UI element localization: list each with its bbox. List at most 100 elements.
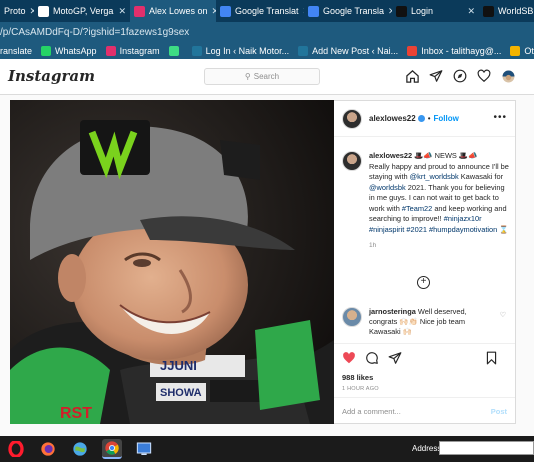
- comment-icon[interactable]: [365, 351, 379, 365]
- comment-like-icon[interactable]: ♡: [500, 311, 506, 321]
- browser-tab[interactable]: Proto ✕: [0, 0, 34, 22]
- search-icon: ⚲: [244, 72, 251, 81]
- caption-text: ⌛: [497, 224, 509, 234]
- image-sponsor-text: JJUNI: [160, 358, 197, 373]
- post-photo[interactable]: RST JJUNI SHOWA: [10, 100, 334, 424]
- commenter-avatar[interactable]: [342, 307, 362, 327]
- tab-close-icon[interactable]: ✕: [208, 6, 216, 17]
- hashtag-link[interactable]: #ninjaspirit: [369, 225, 404, 234]
- bookmark-item[interactable]: Add New Post ‹ Nai...: [298, 45, 399, 56]
- tab-favicon-icon: [220, 5, 231, 17]
- post-side-panel: alexlowes22 • Follow ••• alexlowes22 🎩📣 …: [334, 100, 516, 424]
- bookmark-item[interactable]: Inbox - talithayg@...: [407, 45, 502, 56]
- rider-portrait-image: RST JJUNI SHOWA: [10, 100, 334, 424]
- bookmark-label: Inbox - talithayg@...: [421, 45, 502, 56]
- bookmark-label: Otomotif: [524, 45, 534, 56]
- bookmark-favicon-icon: [168, 45, 179, 56]
- browser-globe-icon[interactable]: [70, 439, 90, 459]
- search-input[interactable]: ⚲ Search: [204, 68, 320, 85]
- post-comment-button[interactable]: Post: [491, 407, 507, 416]
- verified-badge-icon: [417, 115, 425, 122]
- author-avatar[interactable]: [342, 108, 362, 129]
- browser-tab[interactable]: Login ✕: [392, 0, 479, 22]
- tab-close-icon[interactable]: ✕: [114, 6, 126, 17]
- bookmark-icon[interactable]: [484, 351, 498, 365]
- tab-close-icon[interactable]: ✕: [26, 6, 34, 17]
- taskbar-address-label: Address: [412, 444, 442, 453]
- firefox-icon[interactable]: [38, 439, 58, 459]
- instagram-logo[interactable]: Instagram: [8, 67, 95, 85]
- tab-label: Proto: [4, 6, 26, 16]
- likes-count[interactable]: 988 likes: [342, 373, 507, 382]
- browser-tab[interactable]: Alex Lowes on ✕: [130, 0, 216, 22]
- caption-line1: 🎩📣 NEWS 🎩📣: [414, 151, 478, 160]
- tab-favicon-icon: [308, 5, 319, 17]
- browser-tab[interactable]: MotoGP, Verga ✕: [34, 0, 130, 22]
- tab-close-icon[interactable]: ✕: [463, 6, 475, 17]
- home-icon[interactable]: [404, 68, 420, 84]
- browser-tab[interactable]: Google Translat✕: [216, 0, 304, 22]
- browser-tab[interactable]: Google Transla ✕: [304, 0, 392, 22]
- follow-button[interactable]: Follow: [434, 114, 459, 123]
- share-icon[interactable]: [388, 351, 402, 365]
- bookmark-item[interactable]: WhatsApp: [41, 45, 97, 56]
- bookmark-favicon-icon: [105, 45, 116, 56]
- caption-username[interactable]: alexlowes22: [369, 151, 412, 160]
- bookmark-item[interactable]: Otomotif: [510, 45, 534, 56]
- bookmark-item[interactable]: Log In ‹ Naik Motor...: [191, 45, 289, 56]
- hashtag-link[interactable]: #humpdaymotivation: [429, 225, 497, 234]
- hashtag-link[interactable]: #ninjazx10r: [444, 214, 482, 223]
- tab-favicon-icon: [483, 5, 494, 17]
- instagram-header: Instagram ⚲ Search: [0, 59, 534, 95]
- bookmark-item[interactable]: ranslate: [0, 46, 32, 56]
- caption-timestamp: 1h: [369, 242, 377, 249]
- profile-avatar[interactable]: [500, 68, 516, 84]
- hashtag-link[interactable]: #Team22: [402, 204, 432, 213]
- bookmark-label: Instagram: [119, 45, 160, 56]
- tab-label: WorldSBK: [498, 6, 534, 16]
- taskbar-address-field[interactable]: [439, 441, 534, 455]
- follow-separator: •: [427, 114, 431, 123]
- browser-tab-bar: Proto ✕ MotoGP, Verga ✕ Alex Lowes on ✕ Google…: [0, 0, 534, 22]
- more-options-icon[interactable]: •••: [493, 112, 507, 123]
- author-username[interactable]: alexlowes22: [369, 114, 416, 123]
- post-time-ago: 1 HOUR AGO: [342, 386, 379, 392]
- hashtag-link[interactable]: #2021: [406, 225, 427, 234]
- opera-icon[interactable]: [6, 439, 26, 459]
- like-heart-icon[interactable]: [342, 351, 356, 365]
- post-header: alexlowes22 • Follow •••: [334, 101, 515, 137]
- bookmark-label: WhatsApp: [55, 45, 97, 56]
- caption-avatar[interactable]: [342, 151, 362, 171]
- post-actions: 988 likes 1 HOUR AGO: [334, 343, 515, 392]
- bookmark-item[interactable]: Instagram: [105, 45, 160, 56]
- mention-link[interactable]: @worldsbk: [369, 183, 406, 192]
- windows-taskbar: Address: [0, 436, 534, 462]
- comment-item: jarnosteringa Well deserved, congrats 🙌🏻…: [342, 307, 510, 337]
- tab-favicon-icon: [134, 5, 145, 17]
- bookmarks-bar: ranslate WhatsApp Instagram Log In ‹ Naik M…: [0, 42, 534, 59]
- search-placeholder: Search: [253, 72, 280, 81]
- tab-label: Google Transla: [323, 6, 385, 16]
- bookmark-label: Add New Post ‹ Nai...: [312, 45, 399, 56]
- commenter-username[interactable]: jarnosteringa: [369, 307, 416, 316]
- tab-close-icon[interactable]: ✕: [384, 6, 392, 17]
- add-comment-placeholder: Add a comment...: [342, 406, 401, 416]
- tab-favicon-icon: [38, 5, 49, 17]
- add-comment-field[interactable]: Add a comment... Post: [334, 397, 515, 424]
- explore-icon[interactable]: [452, 68, 468, 84]
- load-more-comments-button[interactable]: +: [417, 276, 430, 289]
- direct-message-icon[interactable]: [428, 68, 444, 84]
- address-bar[interactable]: /p/CAsAMDdFq-D/?igshid=1fazews1g9sex: [0, 22, 534, 42]
- mention-link[interactable]: @krt_worldsbk: [410, 172, 459, 181]
- tab-label: Google Translat: [235, 6, 299, 16]
- browser-tab[interactable]: WorldSBK: [479, 0, 534, 22]
- bookmark-favicon-icon: [407, 45, 418, 56]
- tab-label: Alex Lowes on: [149, 6, 208, 16]
- address-url[interactable]: /p/CAsAMDdFq-D/?igshid=1fazews1g9sex: [0, 27, 189, 38]
- activity-heart-icon[interactable]: [476, 68, 492, 84]
- bookmark-item[interactable]: [168, 45, 183, 56]
- tab-label: Login: [411, 6, 434, 16]
- chrome-icon[interactable]: [102, 439, 122, 459]
- caption-text: Kawasaki for: [458, 172, 504, 181]
- desktop-app-icon[interactable]: [134, 439, 154, 459]
